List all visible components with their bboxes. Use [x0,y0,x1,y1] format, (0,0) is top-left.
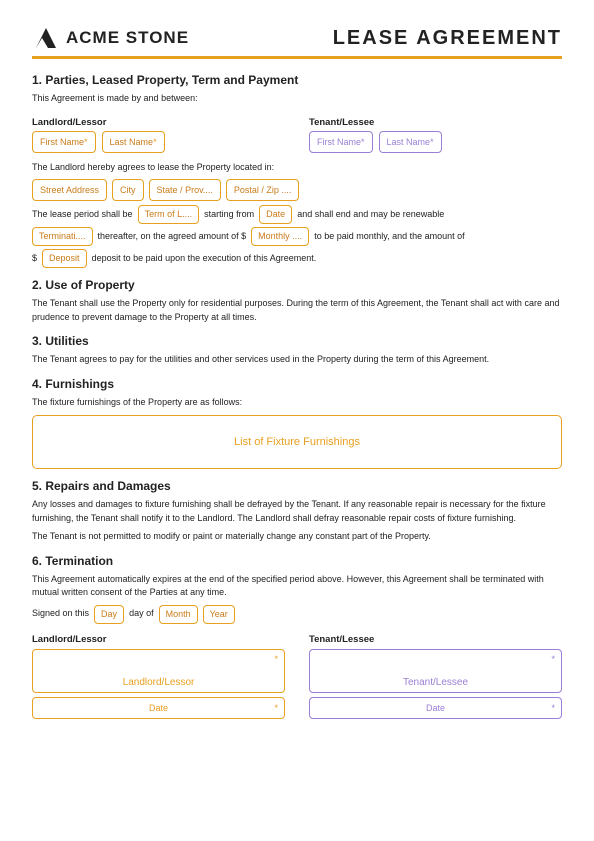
tenant-sig-placeholder: Tenant/Lessee [403,677,468,688]
tenant-last-name[interactable]: Last Name [379,131,442,153]
tenant-first-name[interactable]: First Name [309,131,373,153]
landlord-name-row: First Name Last Name [32,131,285,153]
section-4-title: 4. Furnishings [32,377,562,391]
tenant-date-field[interactable]: Date * [309,697,562,719]
section-4-body: The fixture furnishings of the Property … [32,396,562,410]
logo-text: ACME STONE [66,28,189,48]
tenant-sig-req: * [551,654,555,664]
tenant-name-row: First Name Last Name [309,131,562,153]
landlord-last-name[interactable]: Last Name [102,131,165,153]
furnishings-box[interactable]: List of Fixture Furnishings [32,415,562,469]
tenant-col: Tenant/Lessee First Name Last Name [309,111,562,157]
landlord-col: Landlord/Lessor First Name Last Name [32,111,285,157]
landlord-sig-field[interactable]: * Landlord/Lessor [32,649,285,693]
section-3-body: The Tenant agrees to pay for the utiliti… [32,353,562,367]
section-6-title: 6. Termination [32,554,562,568]
tenant-label: Tenant/Lessee [309,117,562,128]
tenant-sig-label: Tenant/Lessee [309,634,562,645]
section-5-body1: Any losses and damages to fixture furnis… [32,498,562,525]
lease-text3: and shall end and may be renewable [297,209,444,219]
signature-cols: Landlord/Lessor * Landlord/Lessor Date *… [32,634,562,719]
landlord-label: Landlord/Lessor [32,117,285,128]
section-1-intro: This Agreement is made by and between: [32,92,562,106]
section-2: 2. Use of Property The Tenant shall use … [32,278,562,324]
tenant-date-label: Date [426,703,445,713]
section-6: 6. Termination This Agreement automatica… [32,554,562,624]
landlord-date-label: Date [149,703,168,713]
term-field[interactable]: Term of L.... [138,205,200,224]
landlord-sig-label: Landlord/Lessor [32,634,285,645]
lease-text1: The lease period shall be [32,209,133,219]
address-intro: The Landlord hereby agrees to lease the … [32,161,562,175]
section-1: 1. Parties, Leased Property, Term and Pa… [32,73,562,268]
lease-text6: deposit to be paid upon the execution of… [92,253,317,263]
tenant-sig-col: Tenant/Lessee * Tenant/Lessee Date * [309,634,562,719]
signed-text1: Signed on this [32,607,89,621]
landlord-sig-placeholder: Landlord/Lessor [123,677,195,688]
landlord-sig-req: * [274,654,278,664]
street-field[interactable]: Street Address [32,179,107,201]
logo-icon [32,24,60,52]
header: ACME STONE LEASE AGREEMENT [32,24,562,52]
lease-period-row: The lease period shall be Term of L.... … [32,205,562,224]
state-field[interactable]: State / Prov.... [149,179,221,201]
section-5-title: 5. Repairs and Damages [32,479,562,493]
signed-text2: day of [129,607,154,621]
monthly-field[interactable]: Monthly .... [251,227,309,246]
landlord-first-name[interactable]: First Name [32,131,96,153]
section-5-body2: The Tenant is not permitted to modify or… [32,530,562,544]
section-4: 4. Furnishings The fixture furnishings o… [32,377,562,470]
section-2-title: 2. Use of Property [32,278,562,292]
sign-year-field[interactable]: Year [203,605,235,624]
start-date-field[interactable]: Date [259,205,292,224]
termination-field[interactable]: Terminati.... [32,227,93,246]
deposit-field[interactable]: Deposit [42,249,87,268]
section-2-body: The Tenant shall use the Property only f… [32,297,562,324]
address-row: Street Address City State / Prov.... Pos… [32,179,562,201]
lease-text2: starting from [204,209,254,219]
section-3-title: 3. Utilities [32,334,562,348]
party-cols: Landlord/Lessor First Name Last Name Ten… [32,111,562,157]
landlord-date-req: * [274,703,278,713]
logo: ACME STONE [32,24,189,52]
landlord-sig-col: Landlord/Lessor * Landlord/Lessor Date * [32,634,285,719]
city-field[interactable]: City [112,179,144,201]
sign-month-field[interactable]: Month [159,605,198,624]
lease-text5: to be paid monthly, and the amount of [314,231,464,241]
postal-field[interactable]: Postal / Zip .... [226,179,300,201]
lease-termination-row: Terminati.... thereafter, on the agreed … [32,227,562,246]
sign-day-field[interactable]: Day [94,605,124,624]
deposit-dollar: $ [32,253,37,263]
landlord-date-field[interactable]: Date * [32,697,285,719]
sign-row: Signed on this Day day of Month Year [32,605,562,624]
section-5: 5. Repairs and Damages Any losses and da… [32,479,562,544]
lease-deposit-row: $ Deposit deposit to be paid upon the ex… [32,249,562,268]
furnishings-placeholder: List of Fixture Furnishings [234,436,360,448]
section-3: 3. Utilities The Tenant agrees to pay fo… [32,334,562,367]
header-divider [32,56,562,59]
section-1-title: 1. Parties, Leased Property, Term and Pa… [32,73,562,87]
section-6-body: This Agreement automatically expires at … [32,573,562,600]
tenant-sig-field[interactable]: * Tenant/Lessee [309,649,562,693]
lease-text4: thereafter, on the agreed amount of $ [98,231,247,241]
doc-title: LEASE AGREEMENT [333,27,562,50]
tenant-date-req: * [551,703,555,713]
